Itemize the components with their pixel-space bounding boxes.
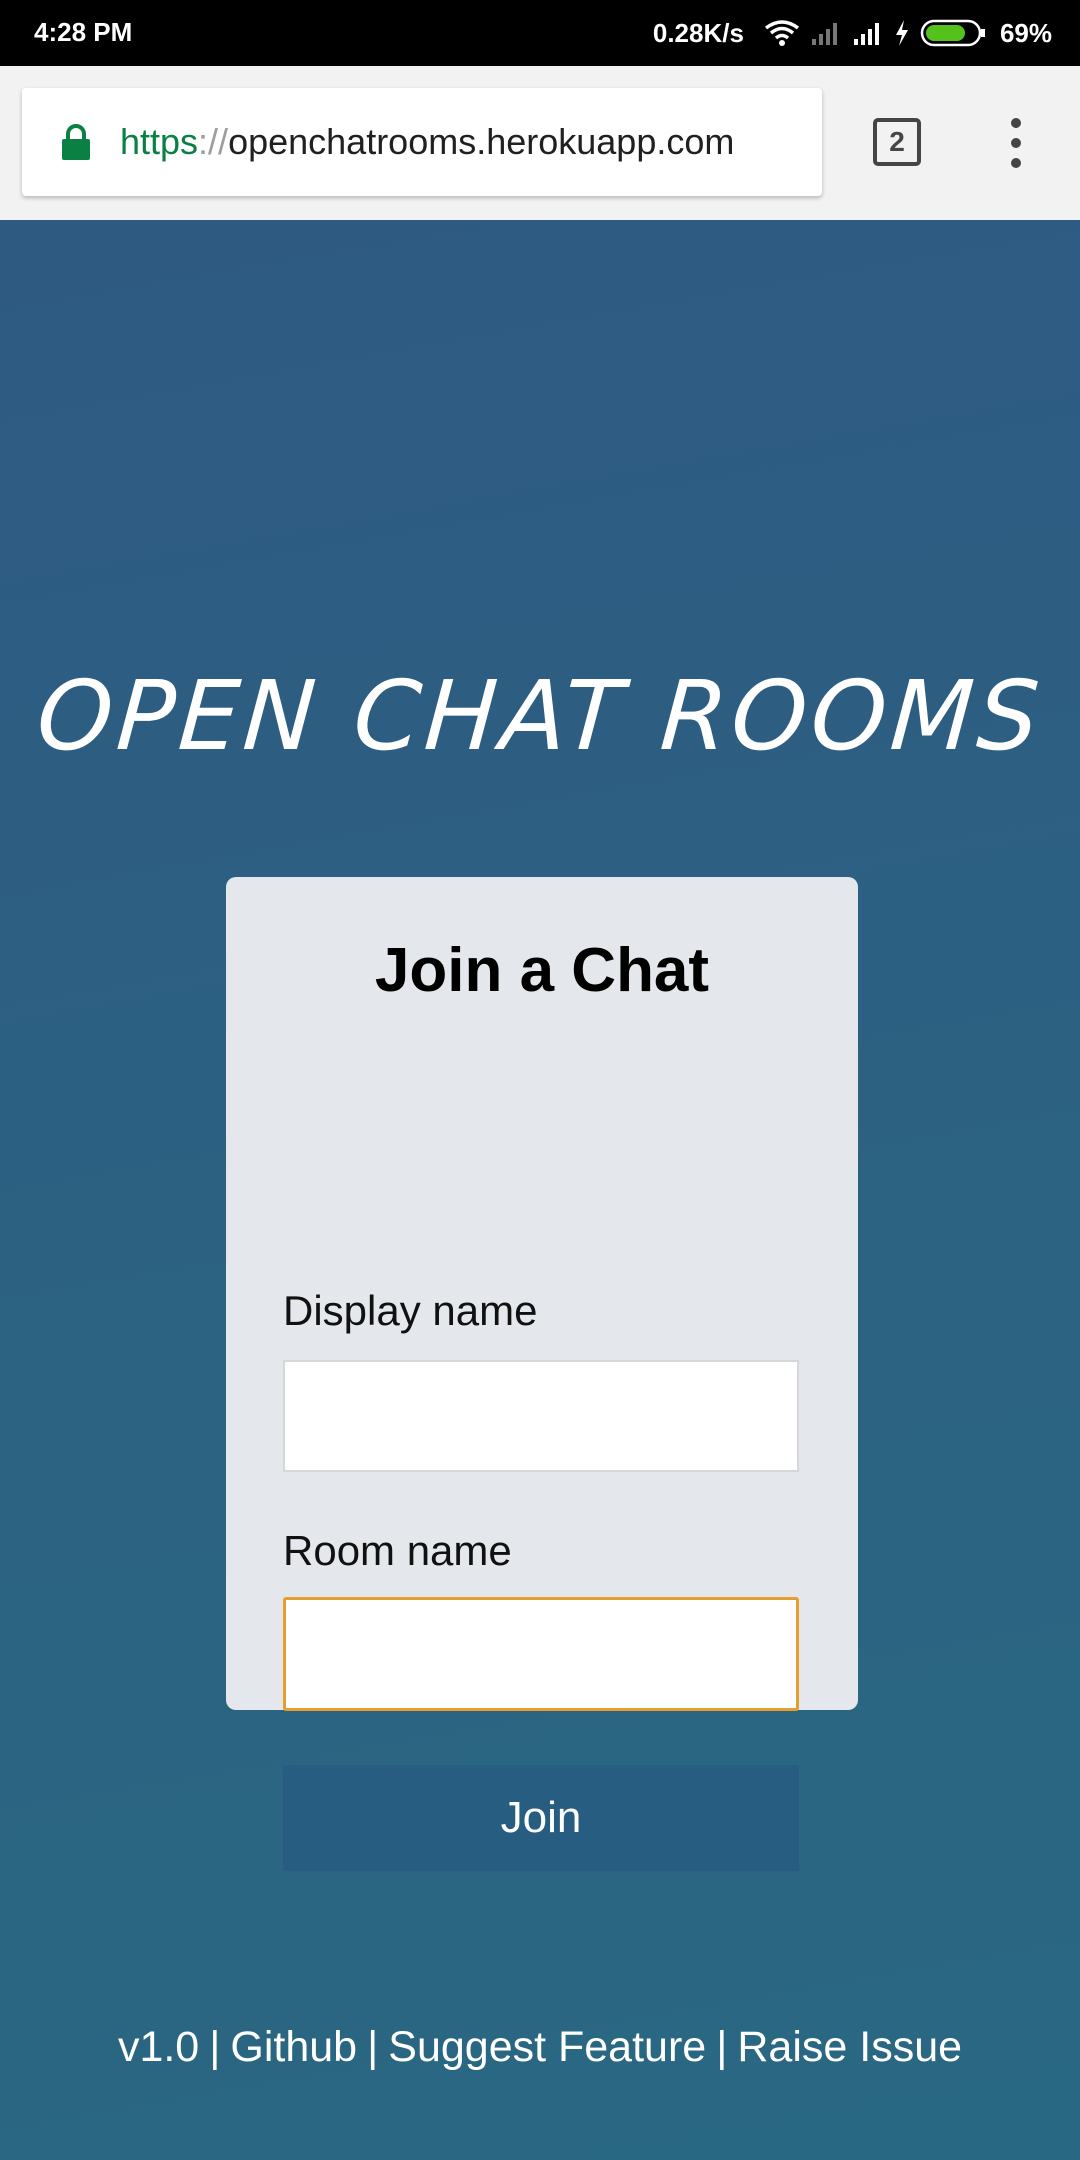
display-name-input[interactable] [283, 1360, 799, 1472]
url-separator: :// [198, 121, 229, 162]
wifi-icon [764, 20, 800, 46]
status-bar: 4:28 PM 0.28K/s 69% [0, 0, 1080, 66]
address-bar[interactable]: https://openchatrooms.herokuapp.com [22, 88, 822, 196]
footer-separator: | [716, 2023, 728, 2071]
network-speed: 0.28K/s [652, 17, 744, 48]
suggest-feature-link[interactable]: Suggest Feature [388, 2023, 706, 2071]
tab-count: 2 [889, 126, 905, 157]
url-host: openchatrooms.herokuapp.com [228, 121, 735, 162]
footer-separator: | [367, 2023, 379, 2071]
join-button[interactable]: Join [283, 1765, 799, 1871]
version-label: v1.0 [117, 2023, 200, 2071]
battery-icon [920, 19, 985, 47]
charging-icon [895, 20, 908, 46]
signal-weak-icon [811, 23, 837, 45]
overflow-menu-icon[interactable] [998, 114, 1034, 172]
join-chat-card: Join a Chat Display name Room name Join [226, 877, 858, 1871]
room-name-input[interactable] [283, 1597, 799, 1711]
battery-percent: 69% [999, 17, 1052, 48]
site-title: OPEN CHAT ROOMS [33, 660, 1047, 772]
display-name-label: Display name [283, 1287, 538, 1334]
page-content: OPEN CHAT ROOMS Join a Chat Display name… [0, 220, 1080, 2160]
url-scheme: https [120, 121, 199, 162]
screen: 4:28 PM 0.28K/s 69% https:// openchatro… [0, 0, 1080, 2160]
room-name-label: Room name [283, 1527, 512, 1574]
signal-strong-icon [853, 23, 879, 45]
raise-issue-link[interactable]: Raise Issue [737, 2023, 962, 2071]
status-time: 4:28 PM [34, 17, 133, 47]
browser-toolbar: https://openchatrooms.herokuapp.com 2 [0, 66, 1080, 221]
tab-switcher-button[interactable]: 2 [873, 118, 921, 166]
footer-separator: | [209, 2023, 221, 2071]
github-link[interactable]: Github [230, 2023, 357, 2071]
card-title: Join a Chat [374, 936, 710, 1005]
footer: v1.0 | Github | Suggest Feature | Raise Issue [0, 2023, 1080, 2072]
status-icons: 0.28K/s 69% [653, 14, 1052, 52]
lock-icon [62, 124, 90, 160]
